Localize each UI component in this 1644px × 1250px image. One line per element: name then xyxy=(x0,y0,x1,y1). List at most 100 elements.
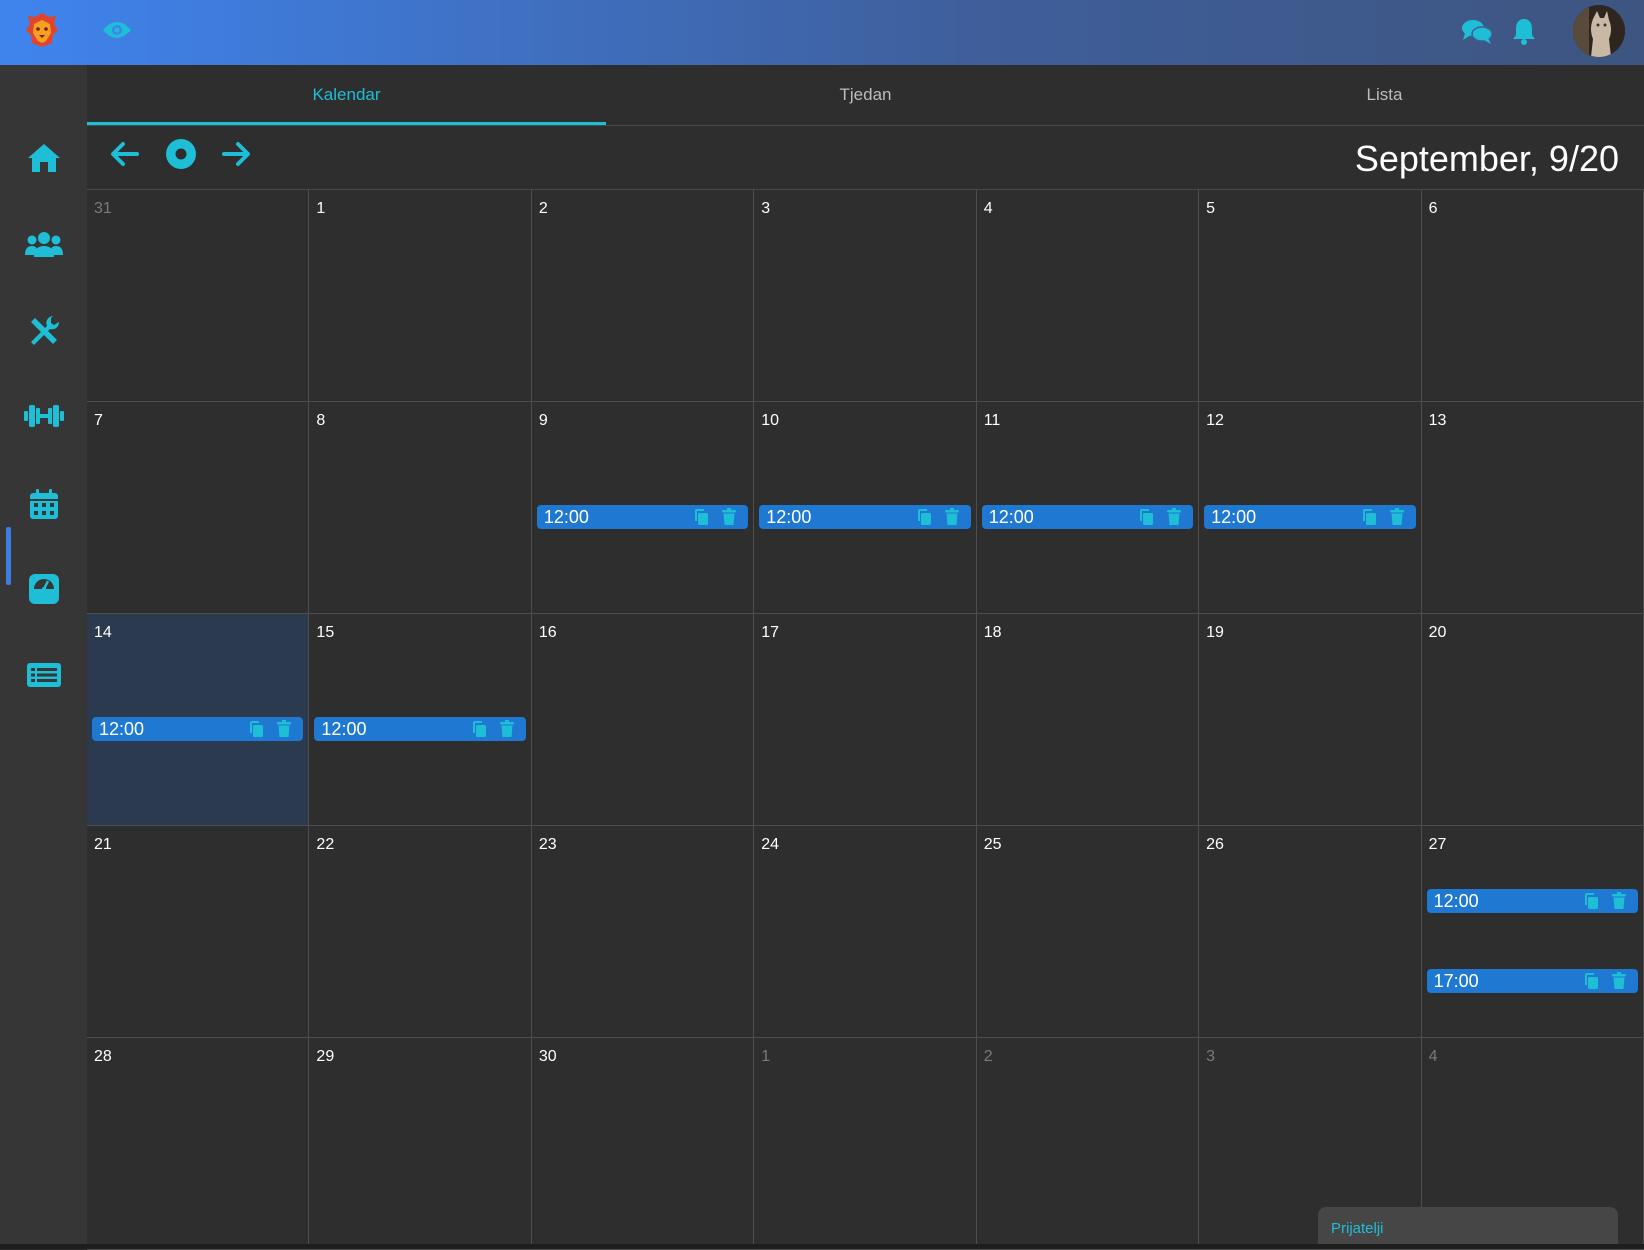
calendar-event[interactable]: 12:00 xyxy=(92,717,304,741)
user-avatar[interactable] xyxy=(1573,5,1625,57)
calendar-day-cell[interactable]: 15 12:00 xyxy=(309,614,532,826)
trash-icon[interactable] xyxy=(275,720,293,738)
calendar-day-cell[interactable]: 5 xyxy=(1199,190,1422,402)
calendar-day-cell[interactable]: 3 xyxy=(754,190,977,402)
dot-circle-icon[interactable] xyxy=(162,135,200,173)
friends-panel-label: Prijatelji xyxy=(1331,1220,1384,1237)
lion-logo-icon[interactable] xyxy=(22,10,62,50)
tools-icon xyxy=(27,314,61,353)
copy-icon[interactable] xyxy=(1582,972,1600,990)
day-number: 16 xyxy=(538,624,557,641)
copy-icon[interactable] xyxy=(692,508,710,526)
tab-label: Lista xyxy=(1366,85,1403,104)
calendar-day-cell[interactable]: 24 xyxy=(754,826,977,1038)
sidebar-item-measurements[interactable] xyxy=(0,556,87,626)
event-time: 12:00 xyxy=(543,506,589,527)
sidebar-item-tools[interactable] xyxy=(0,298,87,368)
trash-icon[interactable] xyxy=(943,508,961,526)
calendar-day-cell[interactable]: 27 12:00 17:00 xyxy=(1421,826,1644,1038)
calendar-toolbar: September, 9/20 xyxy=(87,126,1644,186)
calendar-day-cell[interactable]: 1 xyxy=(754,1038,977,1250)
copy-icon[interactable] xyxy=(247,720,265,738)
calendar-day-cell[interactable]: 31 xyxy=(87,190,310,402)
trash-icon[interactable] xyxy=(498,720,516,738)
event-time: 12:00 xyxy=(99,718,145,739)
calendar-day-cell[interactable]: 26 xyxy=(1199,826,1422,1038)
trash-icon[interactable] xyxy=(1610,892,1628,910)
copy-icon[interactable] xyxy=(470,720,488,738)
calendar-day-cell[interactable]: 25 xyxy=(976,826,1200,1038)
eye-icon[interactable] xyxy=(100,14,134,46)
home-icon xyxy=(26,142,62,179)
calendar-day-cell[interactable]: 10 12:00 xyxy=(754,402,977,614)
sidebar-item-workouts[interactable] xyxy=(0,383,87,453)
calendar-day-cell[interactable]: 14 12:00 xyxy=(87,614,310,826)
bell-icon[interactable] xyxy=(1507,14,1541,48)
calendar-day-cell[interactable]: 9 12:00 xyxy=(531,402,755,614)
calendar-day-cell[interactable]: 17 xyxy=(754,614,977,826)
calendar-day-cell[interactable]: 22 xyxy=(309,826,532,1038)
calendar-day-cell[interactable]: 19 xyxy=(1199,614,1422,826)
calendar-event[interactable]: 12:00 xyxy=(536,505,749,529)
copy-icon[interactable] xyxy=(1582,892,1600,910)
day-number: 31 xyxy=(94,200,112,217)
friends-panel[interactable]: Prijatelji xyxy=(1318,1207,1618,1249)
calendar-day-cell[interactable]: 6 xyxy=(1421,190,1644,402)
day-number: 19 xyxy=(1206,624,1224,641)
trash-icon[interactable] xyxy=(1388,508,1406,526)
trash-icon[interactable] xyxy=(1610,972,1628,990)
sidebar-item-users[interactable] xyxy=(0,211,87,281)
sidebar-item-list[interactable] xyxy=(0,642,87,712)
calendar-day-cell[interactable]: 8 xyxy=(309,402,532,614)
calendar-grid: 31 1 2 3 4 5 6 7 8 9 12:00 10 12:00 11 12:00 12 12:00 13 1… xyxy=(87,189,1644,1250)
copy-icon[interactable] xyxy=(915,508,933,526)
calendar-day-cell[interactable]: 16 xyxy=(531,614,755,826)
dumbbell-icon xyxy=(23,402,64,435)
day-number: 7 xyxy=(94,412,103,429)
day-number: 9 xyxy=(538,412,548,429)
day-number: 10 xyxy=(761,412,780,429)
day-number: 15 xyxy=(316,624,335,641)
copy-icon[interactable] xyxy=(1137,508,1155,526)
calendar-day-cell[interactable]: 23 xyxy=(531,826,755,1038)
calendar-day-cell[interactable]: 4 xyxy=(976,190,1200,402)
calendar-day-cell[interactable]: 13 xyxy=(1421,402,1644,614)
calendar-day-cell[interactable]: 20 xyxy=(1421,614,1644,826)
tab-lista[interactable]: Lista xyxy=(1125,65,1644,125)
calendar-event[interactable]: 12:00 xyxy=(1426,889,1638,913)
calendar-day-cell[interactable]: 1 xyxy=(309,190,532,402)
day-number: 5 xyxy=(1206,200,1216,217)
calendar-day-cell[interactable]: 2 xyxy=(531,190,755,402)
copy-icon[interactable] xyxy=(1360,508,1378,526)
trash-icon[interactable] xyxy=(720,508,738,526)
day-number: 24 xyxy=(761,836,780,853)
calendar-event[interactable]: 12:00 xyxy=(759,505,971,529)
sidebar-item-calendar[interactable] xyxy=(0,471,87,541)
trash-icon[interactable] xyxy=(1165,508,1183,526)
calendar-event[interactable]: 12:00 xyxy=(314,717,526,741)
active-tab-underline xyxy=(87,122,606,125)
calendar-day-cell[interactable]: 12 12:00 xyxy=(1199,402,1422,614)
calendar-event[interactable]: 12:00 xyxy=(981,505,1194,529)
calendar-day-cell[interactable]: 7 xyxy=(87,402,310,614)
calendar-day-cell[interactable]: 29 xyxy=(309,1038,532,1250)
calendar-event[interactable]: 17:00 xyxy=(1426,969,1638,993)
calendar-day-cell[interactable]: 2 xyxy=(976,1038,1200,1250)
day-number: 18 xyxy=(983,624,1002,641)
day-number: 26 xyxy=(1206,836,1224,853)
arrow-left-icon[interactable] xyxy=(107,136,143,172)
day-number: 6 xyxy=(1428,200,1438,217)
day-number: 28 xyxy=(94,1048,112,1065)
tab-tjedan[interactable]: Tjedan xyxy=(606,65,1125,125)
calendar-day-cell[interactable]: 30 xyxy=(531,1038,755,1250)
calendar-day-cell[interactable]: 21 xyxy=(87,826,310,1038)
tab-label: Tjedan xyxy=(839,85,892,104)
calendar-day-cell[interactable]: 18 xyxy=(976,614,1200,826)
calendar-event[interactable]: 12:00 xyxy=(1204,505,1416,529)
arrow-right-icon[interactable] xyxy=(218,136,254,172)
calendar-day-cell[interactable]: 28 xyxy=(87,1038,310,1250)
chat-bubbles-icon[interactable] xyxy=(1460,14,1494,48)
calendar-day-cell[interactable]: 11 12:00 xyxy=(976,402,1200,614)
tab-kalendar[interactable]: Kalendar xyxy=(87,65,606,125)
sidebar-item-home[interactable] xyxy=(0,125,87,195)
